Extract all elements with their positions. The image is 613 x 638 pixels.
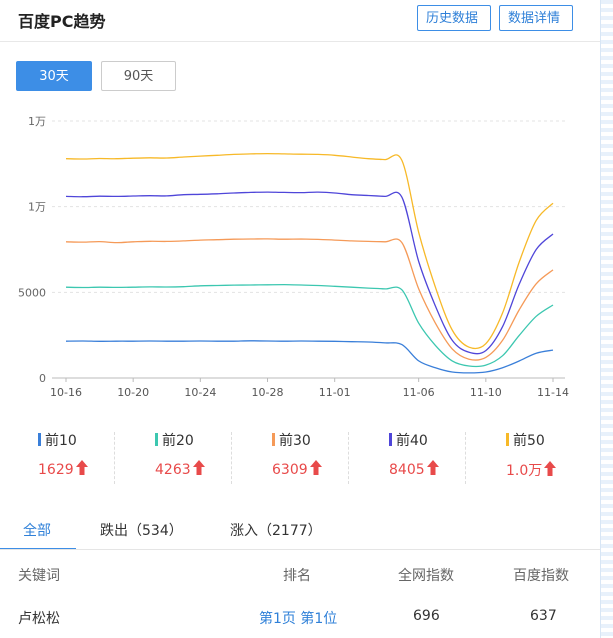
legend-color-marker	[155, 433, 158, 446]
legend-value: 4263	[155, 460, 205, 478]
legend-value: 1629	[38, 460, 88, 478]
legend-value: 6309	[272, 460, 322, 478]
x-tick-label: 11-01	[319, 386, 351, 399]
series-line	[65, 191, 554, 355]
legend-label: 前30	[279, 433, 311, 449]
legend-item[interactable]: 前40	[389, 430, 428, 450]
history-data-button[interactable]: 历史数据	[417, 5, 491, 31]
legend-value-text: 1629	[38, 462, 74, 478]
series-line	[65, 238, 554, 361]
row-baidu-index: 637	[530, 608, 557, 624]
range-30-days-button[interactable]: 30天	[16, 61, 92, 91]
tabs-divider	[0, 549, 613, 550]
x-tick-label: 11-06	[403, 386, 435, 399]
legend-separator	[114, 432, 115, 484]
series-line	[65, 340, 554, 374]
up-arrow-icon	[75, 460, 88, 475]
col-header-rank: 排名	[283, 568, 311, 584]
row-all-index: 696	[413, 608, 440, 624]
tab-rose-in[interactable]: 涨入（2177）	[230, 520, 322, 540]
row-keyword[interactable]: 卢松松	[18, 608, 60, 628]
legend-color-marker	[272, 433, 275, 446]
legend-separator	[348, 432, 349, 484]
legend-value: 8405	[389, 460, 439, 478]
series-line	[65, 283, 554, 368]
trend-line-chart: 0 5000 1万 1万 10-16 10-20 10-24 10-28 11-01 11-06…	[18, 115, 569, 399]
legend-label: 前40	[396, 433, 428, 449]
y-tick-label: 1万	[28, 201, 46, 214]
legend-item[interactable]: 前50	[506, 430, 545, 450]
legend-item[interactable]: 前30	[272, 430, 311, 450]
x-tick-label: 10-28	[252, 386, 284, 399]
x-tick-label: 10-20	[117, 386, 149, 399]
up-arrow-icon	[309, 460, 322, 475]
up-arrow-icon	[192, 460, 205, 475]
y-tick-label: 1万	[28, 115, 46, 128]
legend-separator	[465, 432, 466, 484]
y-tick-label: 0	[39, 372, 46, 385]
panel-title: 百度PC趋势	[18, 12, 106, 31]
legend-color-marker	[38, 433, 41, 446]
legend-value-text: 8405	[389, 462, 425, 478]
x-tick-label: 10-16	[50, 386, 82, 399]
tab-all[interactable]: 全部	[23, 520, 51, 540]
row-rank-link[interactable]: 第1页 第1位	[259, 608, 337, 628]
tab-dropped-out[interactable]: 跌出（534）	[100, 520, 183, 540]
col-header-baidu-index: 百度指数	[513, 568, 569, 584]
up-arrow-icon	[544, 461, 557, 476]
y-tick-label: 5000	[18, 286, 46, 299]
legend-item[interactable]: 前20	[155, 430, 194, 450]
legend-label: 前10	[45, 433, 77, 449]
right-side-rail	[600, 0, 613, 638]
legend-label: 前50	[513, 433, 545, 449]
legend-value-text: 1.0万	[506, 463, 543, 479]
legend-value-text: 6309	[272, 462, 308, 478]
legend-color-marker	[389, 433, 392, 446]
range-90-days-button[interactable]: 90天	[101, 61, 176, 91]
legend-item[interactable]: 前10	[38, 430, 77, 450]
col-header-keyword: 关键词	[18, 568, 60, 584]
legend-value: 1.0万	[506, 460, 557, 480]
legend-value-text: 4263	[155, 462, 191, 478]
legend-color-marker	[506, 433, 509, 446]
up-arrow-icon	[426, 460, 439, 475]
data-detail-button[interactable]: 数据详情	[499, 5, 573, 31]
header-divider	[0, 41, 613, 42]
col-header-all-index: 全网指数	[398, 568, 454, 584]
x-tick-label: 11-14	[537, 386, 569, 399]
legend-separator	[231, 432, 232, 484]
x-tick-label: 11-10	[470, 386, 502, 399]
series-line	[65, 152, 554, 350]
x-tick-label: 10-24	[184, 386, 216, 399]
legend-label: 前20	[162, 433, 194, 449]
